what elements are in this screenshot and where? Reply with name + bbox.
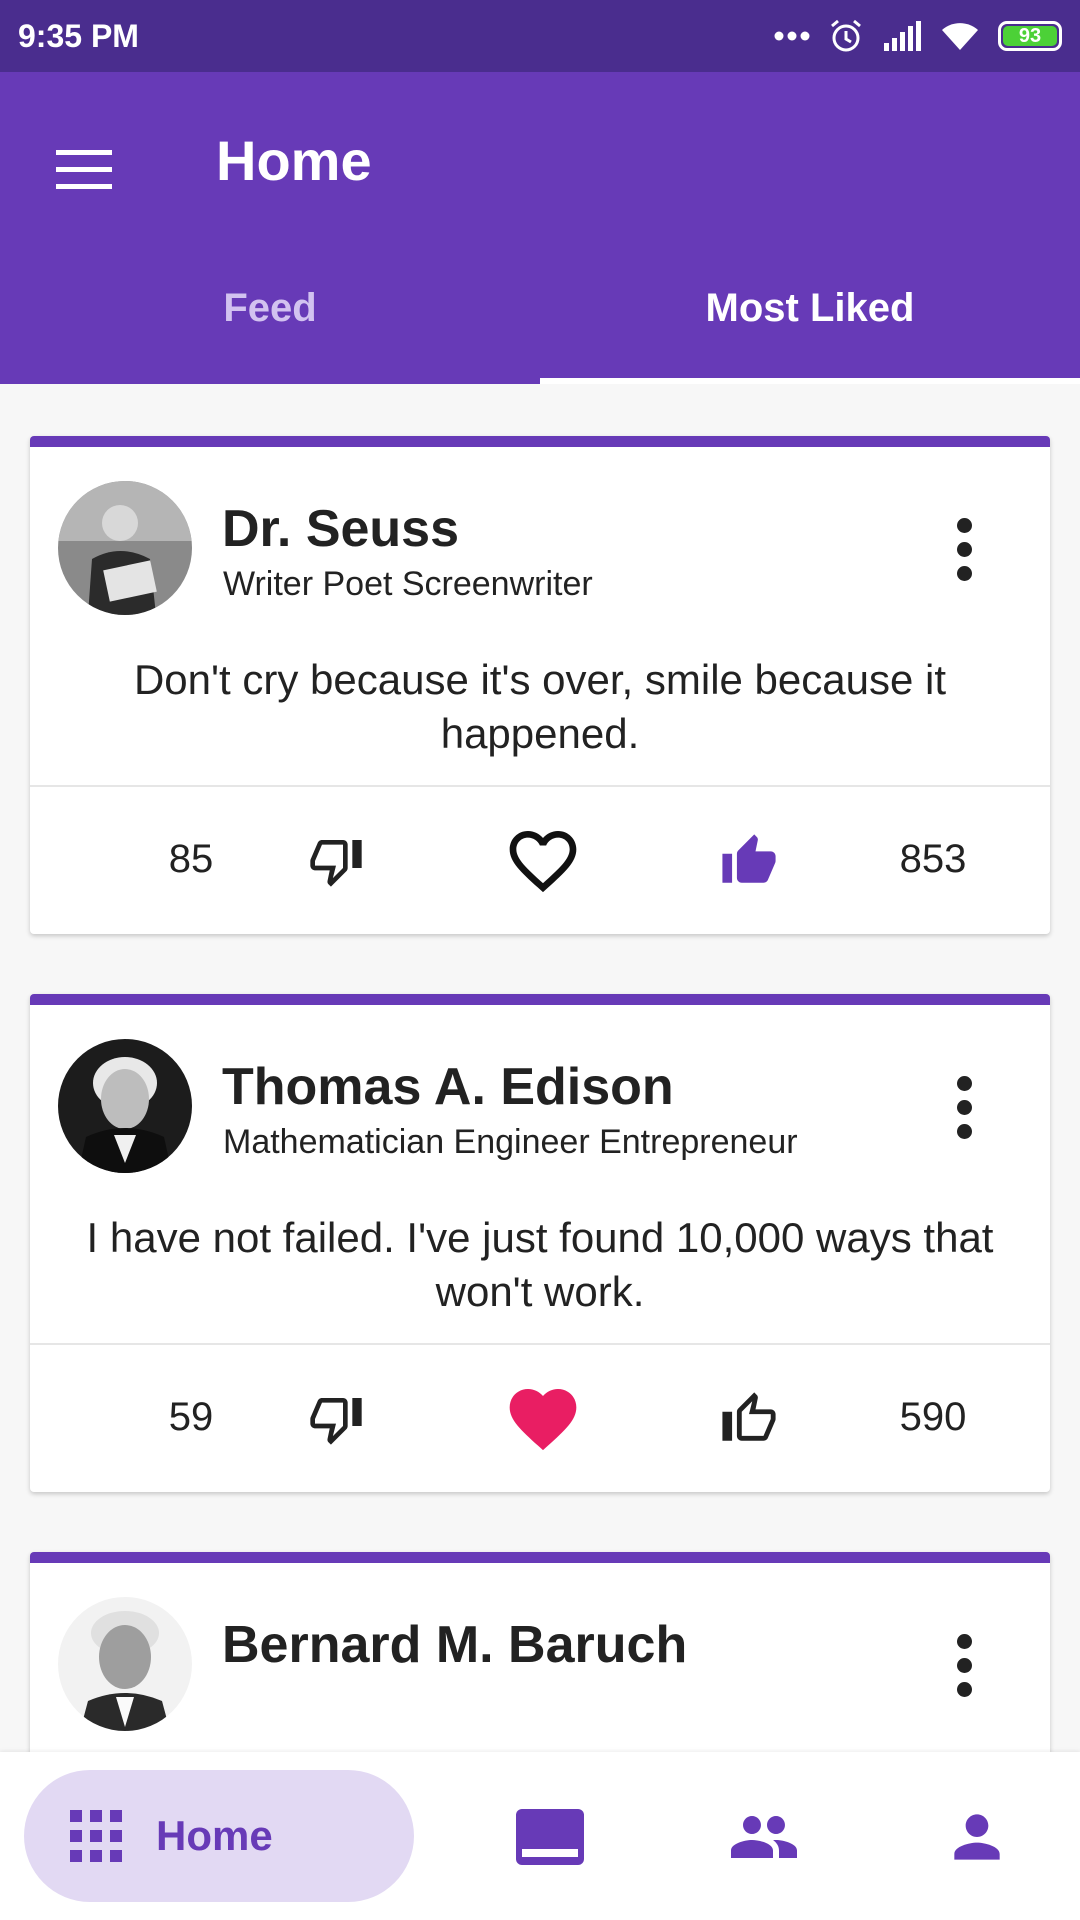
- like-button[interactable]: [704, 1379, 794, 1459]
- thumbs-up-filled-icon: [722, 834, 776, 883]
- feed-icon: [516, 1809, 584, 1865]
- battery-icon: 93: [998, 21, 1062, 51]
- thumbs-up-outline-icon: [722, 1392, 776, 1441]
- dislike-button[interactable]: [291, 1379, 381, 1459]
- signal-icon: [884, 21, 921, 51]
- thumbs-down-outline-icon: [310, 840, 362, 887]
- app-bar: Home Feed Most Liked: [0, 72, 1080, 384]
- action-row: 85 853: [30, 787, 1050, 934]
- author-role: Writer Poet Screenwriter: [223, 565, 593, 603]
- author-role: Mathematician Engineer Entrepreneur: [223, 1123, 798, 1161]
- tab-indicator: [540, 378, 1080, 384]
- nav-feed[interactable]: [505, 1792, 595, 1882]
- more-options-icon[interactable]: [934, 1067, 994, 1147]
- battery-level: 93: [1018, 24, 1042, 47]
- person-icon: [954, 1814, 1000, 1860]
- avatar[interactable]: [58, 481, 192, 615]
- quote-text: Don't cry because it's over, smile becau…: [133, 656, 947, 757]
- tab-most-liked[interactable]: Most Liked: [540, 272, 1080, 384]
- menu-button[interactable]: [44, 130, 124, 210]
- favorite-button[interactable]: [498, 1379, 588, 1459]
- nav-home-label: Home: [156, 1812, 273, 1859]
- heart-filled-icon: [509, 1389, 577, 1451]
- status-icons: 93: [774, 18, 1062, 54]
- like-count: 590: [899, 1395, 967, 1439]
- dislike-button[interactable]: [291, 821, 381, 901]
- heart-outline-icon: [509, 831, 577, 893]
- nav-profile[interactable]: [932, 1792, 1022, 1882]
- dislike-count: 59: [168, 1395, 214, 1439]
- action-row: 59 590: [30, 1345, 1050, 1492]
- author-name: Dr. Seuss: [222, 500, 460, 558]
- avatar[interactable]: [58, 1039, 192, 1173]
- alarm-icon: [831, 19, 861, 52]
- quote-card: Dr. Seuss Writer Poet Screenwriter Don't…: [30, 436, 1050, 934]
- nav-home[interactable]: Home: [24, 1770, 414, 1902]
- hamburger-menu-icon: [56, 150, 112, 189]
- status-bar: 9:35 PM 93: [0, 0, 1080, 72]
- quote-card: Thomas A. Edison Mathematician Engineer …: [30, 994, 1050, 1492]
- tab-feed[interactable]: Feed: [0, 272, 540, 384]
- like-count: 853: [899, 837, 967, 881]
- avatar[interactable]: [58, 1597, 192, 1731]
- more-options-icon[interactable]: [934, 1625, 994, 1705]
- like-button[interactable]: [704, 821, 794, 901]
- apps-grid-icon: [70, 1810, 122, 1862]
- more-notifications-icon: [774, 31, 810, 41]
- page-title: Home: [216, 129, 372, 192]
- quote-text: I have not failed. I've just found 10,00…: [86, 1214, 994, 1315]
- author-name: Bernard M. Baruch: [222, 1616, 688, 1674]
- dislike-count: 85: [168, 837, 214, 881]
- status-time: 9:35 PM: [18, 17, 139, 54]
- thumbs-down-outline-icon: [310, 1398, 362, 1445]
- wifi-icon: [942, 23, 978, 50]
- nav-people[interactable]: [719, 1792, 809, 1882]
- favorite-button[interactable]: [498, 821, 588, 901]
- more-options-icon[interactable]: [934, 509, 994, 589]
- people-icon: [731, 1816, 797, 1858]
- author-name: Thomas A. Edison: [222, 1058, 674, 1116]
- bottom-navigation: Home: [0, 1752, 1080, 1920]
